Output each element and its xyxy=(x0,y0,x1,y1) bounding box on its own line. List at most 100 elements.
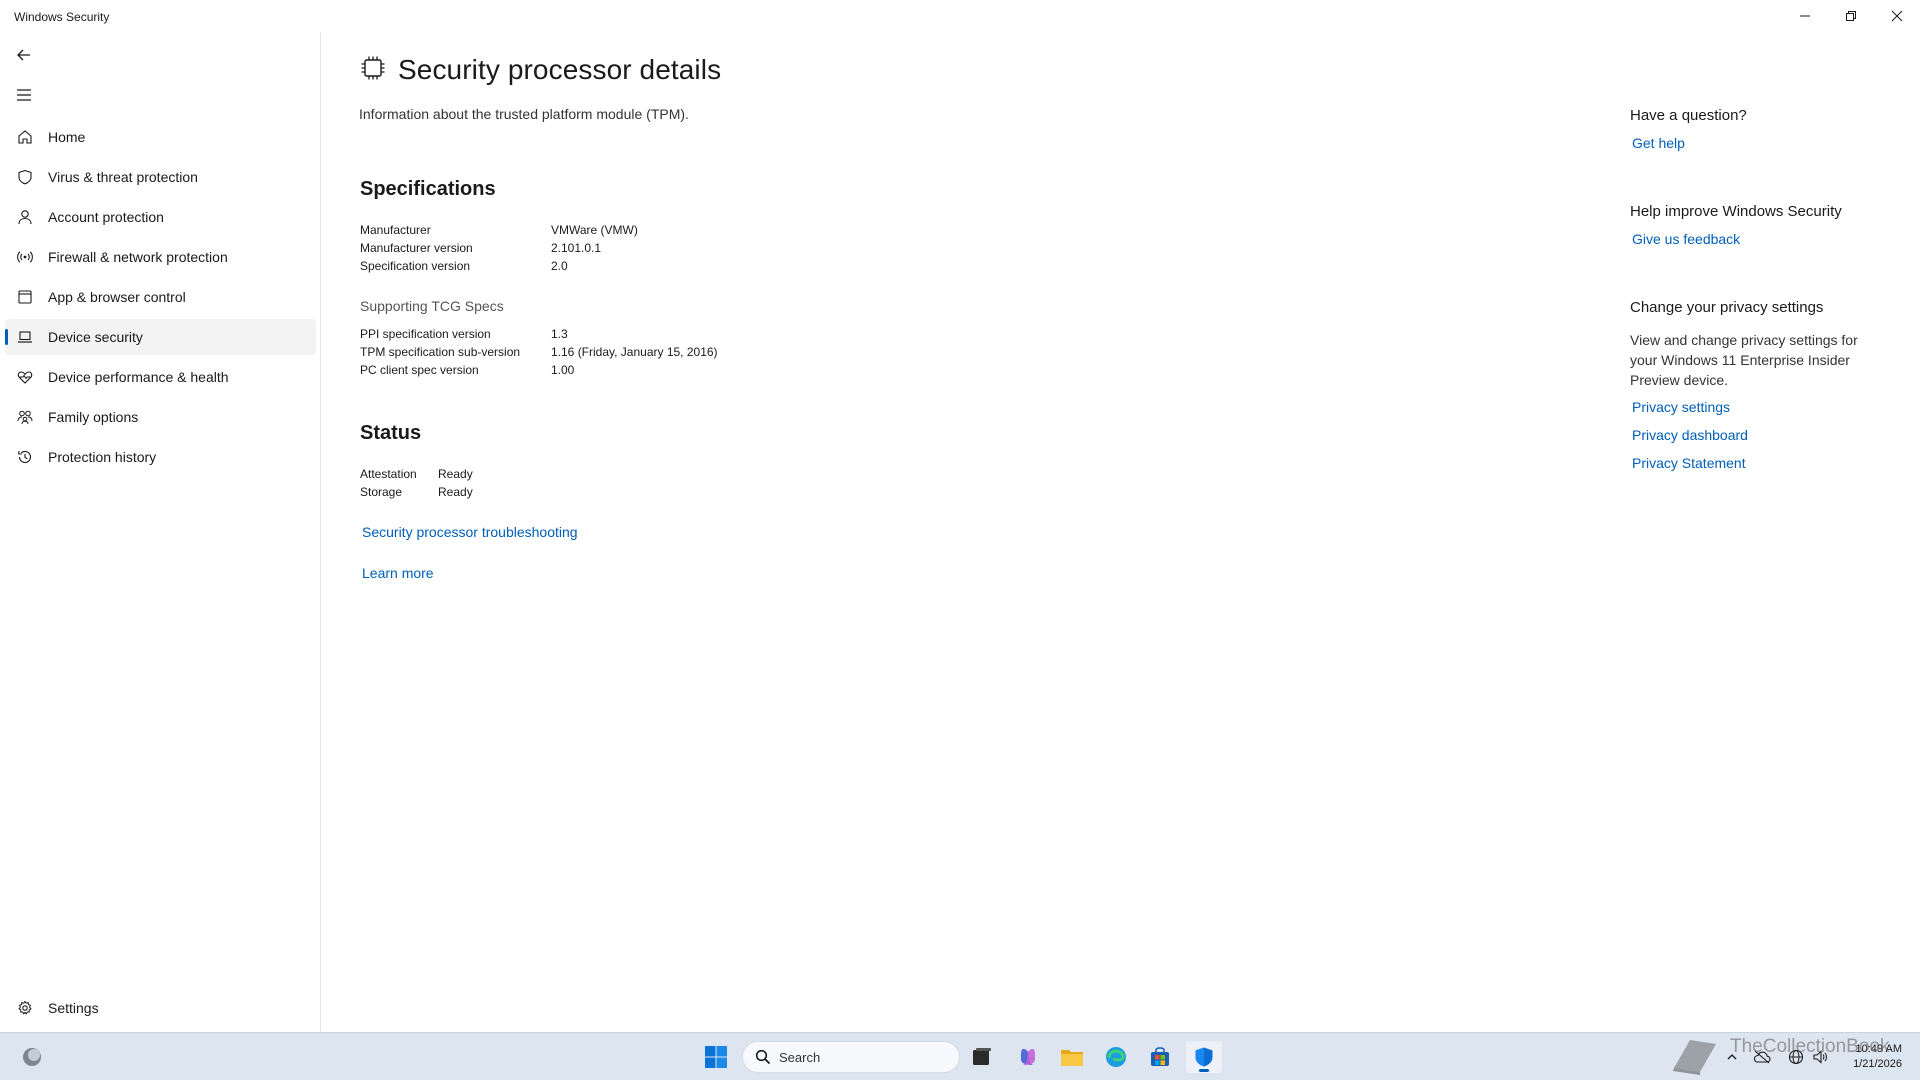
sidebar-item-virus-threat[interactable]: Virus & threat protection xyxy=(5,159,316,195)
copilot-icon xyxy=(1021,1049,1035,1065)
page-title: Security processor details xyxy=(398,54,722,85)
taskbar: Search 10:49 AM 1/21/2026 xyxy=(0,1032,1920,1080)
sidebar-item-label: App & browser control xyxy=(48,289,186,305)
back-arrow-icon xyxy=(17,49,30,61)
status-value: Ready xyxy=(438,485,473,499)
close-button[interactable] xyxy=(1874,0,1920,32)
sidebar-item-label: Firewall & network protection xyxy=(48,249,228,265)
weather-icon xyxy=(23,1048,41,1066)
gear-icon xyxy=(15,998,35,1018)
heart-icon xyxy=(15,367,35,387)
family-icon xyxy=(15,407,35,427)
back-button[interactable] xyxy=(14,45,34,65)
windows-security-taskbar-button[interactable] xyxy=(1186,1041,1222,1073)
sidebar-item-account[interactable]: Account protection xyxy=(5,199,316,235)
sidebar-item-family[interactable]: Family options xyxy=(5,399,316,435)
tcg-heading: Supporting TCG Specs xyxy=(360,298,504,314)
sidebar-item-label: Account protection xyxy=(48,209,164,225)
sidebar-item-firewall[interactable]: Firewall & network protection xyxy=(5,239,316,275)
sidebar-item-history[interactable]: Protection history xyxy=(5,439,316,475)
sidebar-item-label: Virus & threat protection xyxy=(48,169,198,185)
title-bar: Windows Security xyxy=(0,0,1920,32)
laptop-icon xyxy=(15,327,35,347)
privacy-heading: Change your privacy settings xyxy=(1630,299,1824,316)
taskbar-search[interactable]: Search xyxy=(742,1041,960,1073)
sidebar-item-label: Device performance & health xyxy=(48,369,229,385)
privacy-dashboard-link[interactable]: Privacy dashboard xyxy=(1632,427,1748,443)
sidebar-item-device-security[interactable]: Device security xyxy=(5,319,316,355)
edge-button[interactable] xyxy=(1098,1041,1134,1073)
spec-value: 2.0 xyxy=(551,259,568,273)
status-heading: Status xyxy=(360,422,422,444)
close-icon xyxy=(1891,10,1903,22)
security-shield-icon xyxy=(1195,1047,1213,1067)
page-description: Information about the trusted platform m… xyxy=(359,106,689,122)
file-explorer-button[interactable] xyxy=(1054,1041,1090,1073)
sidebar-item-settings[interactable]: Settings xyxy=(5,990,316,1026)
search-icon xyxy=(755,1049,771,1070)
troubleshooting-link[interactable]: Security processor troubleshooting xyxy=(362,524,578,540)
specifications-heading: Specifications xyxy=(360,178,496,200)
wifi-icon xyxy=(15,247,35,267)
privacy-statement-link[interactable]: Privacy Statement xyxy=(1632,455,1746,471)
folder-icon xyxy=(1061,1050,1083,1066)
start-button[interactable] xyxy=(698,1041,734,1073)
spec-key: PC client spec version xyxy=(360,363,479,377)
sidebar: Home Virus & threat protection Account p… xyxy=(0,32,321,1032)
spec-key: TPM specification sub-version xyxy=(360,345,521,359)
sidebar-item-label: Settings xyxy=(48,1000,99,1016)
privacy-description: View and change privacy settings for you… xyxy=(1630,332,1858,388)
spec-value: 1.00 xyxy=(551,363,575,377)
windows-logo-icon xyxy=(705,1046,727,1068)
spec-key: Manufacturer version xyxy=(360,241,473,255)
minimize-icon xyxy=(1800,15,1810,17)
clock-date: 1/21/2026 xyxy=(1853,1058,1902,1070)
task-view-button[interactable] xyxy=(964,1041,1000,1073)
sidebar-item-label: Device security xyxy=(48,329,143,345)
store-button[interactable] xyxy=(1142,1041,1178,1073)
person-icon xyxy=(15,207,35,227)
have-question-heading: Have a question? xyxy=(1630,107,1747,124)
spec-value: VMWare (VMW) xyxy=(551,223,638,237)
sidebar-item-label: Protection history xyxy=(48,449,157,465)
restore-icon xyxy=(1846,11,1856,21)
spec-key: Manufacturer xyxy=(360,223,431,237)
status-value: Ready xyxy=(438,467,473,481)
home-icon xyxy=(15,127,35,147)
sidebar-item-performance[interactable]: Device performance & health xyxy=(5,359,316,395)
feedback-link[interactable]: Give us feedback xyxy=(1632,231,1740,247)
spec-value: 2.101.0.1 xyxy=(551,241,602,255)
task-view-icon xyxy=(973,1048,991,1065)
spec-value: 1.16 (Friday, January 15, 2016) xyxy=(551,345,718,359)
learn-more-link[interactable]: Learn more xyxy=(362,565,434,581)
menu-button[interactable] xyxy=(14,85,34,105)
hamburger-icon xyxy=(17,89,31,101)
chip-icon xyxy=(360,55,386,86)
spec-value: 1.3 xyxy=(551,327,568,341)
app-title: Windows Security xyxy=(14,10,110,24)
copilot-button[interactable] xyxy=(1010,1041,1046,1073)
edge-browser-icon xyxy=(1106,1047,1126,1067)
watermark-book-icon xyxy=(1668,1034,1720,1080)
sidebar-item-app-browser[interactable]: App & browser control xyxy=(5,279,316,315)
sidebar-item-label: Home xyxy=(48,129,86,145)
watermark-text: TheCollectionBook xyxy=(1730,1036,1890,1057)
privacy-settings-link[interactable]: Privacy settings xyxy=(1632,399,1730,415)
main-content: Security processor details Information a… xyxy=(322,32,1920,1032)
page-header: Security processor details xyxy=(360,54,721,86)
search-placeholder: Search xyxy=(779,1049,821,1065)
spec-key: PPI specification version xyxy=(360,327,491,341)
sidebar-item-home[interactable]: Home xyxy=(5,119,316,155)
widgets-button[interactable] xyxy=(14,1041,50,1073)
spec-key: Specification version xyxy=(360,259,471,273)
app-window-icon xyxy=(15,287,35,307)
store-icon xyxy=(1151,1047,1169,1066)
status-key: Storage xyxy=(360,485,403,499)
restore-button[interactable] xyxy=(1828,0,1874,32)
improve-heading: Help improve Windows Security xyxy=(1630,203,1842,220)
history-icon xyxy=(15,447,35,467)
sidebar-item-label: Family options xyxy=(48,409,139,425)
minimize-button[interactable] xyxy=(1782,0,1828,32)
status-key: Attestation xyxy=(360,467,417,481)
get-help-link[interactable]: Get help xyxy=(1632,135,1685,151)
